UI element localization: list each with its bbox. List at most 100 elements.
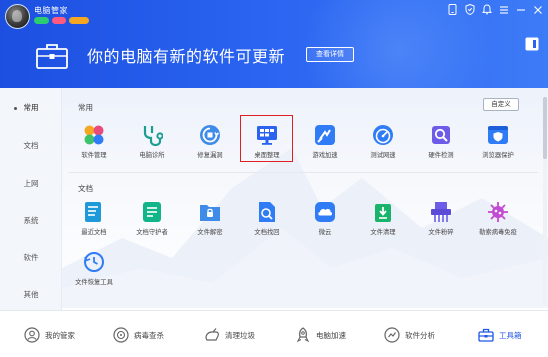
nav-item-docs[interactable]: 文档 <box>0 136 62 156</box>
bottom-tab-toolbox[interactable]: 工具箱 <box>478 327 522 343</box>
tool-label: 最近文档 <box>81 229 107 236</box>
app-title: 电脑管家 <box>34 6 68 15</box>
tool-file-clean[interactable]: 文件清理 <box>355 201 411 245</box>
tool-fix-vulnerability[interactable]: 修复漏洞 <box>182 124 238 168</box>
category-nav: 常用 文档 上网 系统 软件 其他 <box>0 88 62 310</box>
tool-label: 文档守护者 <box>136 229 168 236</box>
section-divider <box>68 172 538 173</box>
bottom-tab-label: 我的管家 <box>45 330 75 340</box>
tool-label: 测试网速 <box>370 152 396 159</box>
user-badges <box>34 17 89 24</box>
badge-member[interactable] <box>69 17 89 24</box>
briefcase-icon <box>36 43 68 69</box>
tool-software-manager[interactable]: 软件管理 <box>66 124 122 168</box>
customize-button[interactable]: 自定义 <box>483 98 519 111</box>
bottom-tab-virus-scan[interactable]: 病毒查杀 <box>113 327 164 343</box>
nav-item-common[interactable]: 常用 <box>0 98 62 118</box>
tool-doc-guardian[interactable]: 文档守护者 <box>124 201 180 245</box>
bottom-tab-my-manager[interactable]: 我的管家 <box>24 327 75 343</box>
bottom-tab-label: 清理垃圾 <box>225 330 255 340</box>
tool-label: 游戏加速 <box>312 152 338 159</box>
fix-vulnerability-icon <box>199 124 221 146</box>
hardware-check-icon <box>430 124 452 146</box>
close-icon[interactable] <box>531 3 544 16</box>
software-analysis-icon <box>384 327 400 343</box>
tool-ransomware-immune[interactable]: 勒索病毒免疫 <box>470 201 526 245</box>
tool-recent-docs[interactable]: 最近文档 <box>66 201 122 245</box>
nav-label: 常用 <box>23 103 39 112</box>
tool-label: 修复漏洞 <box>197 152 223 159</box>
menu-icon[interactable] <box>497 3 510 16</box>
tool-speed-test[interactable]: 测试网速 <box>355 124 411 168</box>
my-manager-icon <box>24 327 40 343</box>
recent-docs-icon <box>83 201 105 223</box>
speed-test-icon <box>372 124 394 146</box>
toolbox-icon <box>478 328 494 342</box>
file-clean-icon <box>372 201 394 223</box>
active-dot-icon <box>14 107 17 110</box>
software-manager-icon <box>83 124 105 146</box>
bottom-tab-label: 工具箱 <box>499 330 522 340</box>
section-title-common: 常用 <box>78 103 93 112</box>
tool-pc-clinic[interactable]: 电脑诊所 <box>124 124 180 168</box>
bottom-tab-label: 病毒查杀 <box>134 330 164 340</box>
nav-label: 软件 <box>23 253 39 262</box>
shield-icon[interactable] <box>463 3 476 16</box>
bottom-tab-clean-junk[interactable]: 清理垃圾 <box>204 327 255 343</box>
view-details-button[interactable]: 查看详情 <box>306 47 354 62</box>
bottom-tab-label: 电脑加速 <box>316 330 346 340</box>
badge-vip[interactable] <box>52 17 66 24</box>
bottom-tab-label: 软件分析 <box>405 330 435 340</box>
tool-label: 文件清理 <box>370 229 396 236</box>
section-title-docs: 文档 <box>78 184 93 193</box>
tool-file-shred[interactable]: 文件粉碎 <box>413 201 469 245</box>
tool-label: 硬件检测 <box>428 152 454 159</box>
tool-label: 电脑诊所 <box>139 152 165 159</box>
tool-label: 文件解密 <box>197 229 223 236</box>
bottom-tab-pc-boost[interactable]: 电脑加速 <box>295 327 346 343</box>
tool-label: 文件粉碎 <box>428 229 454 236</box>
tool-label: 微云 <box>318 229 332 236</box>
tool-browser-protect[interactable]: 浏览器保护 <box>470 124 526 168</box>
badge-level[interactable] <box>34 17 49 24</box>
tool-weiyun[interactable]: 微云 <box>297 201 353 245</box>
weiyun-icon <box>314 201 336 223</box>
nav-item-other[interactable]: 其他 <box>0 285 62 305</box>
tool-doc-recover[interactable]: 文档找回 <box>239 201 295 245</box>
tool-label: 勒索病毒免疫 <box>479 229 517 236</box>
file-restore-icon <box>83 251 105 273</box>
bell-icon[interactable] <box>480 3 493 16</box>
window-controls <box>446 3 544 16</box>
doc-recover-icon <box>256 201 278 223</box>
pc-boost-icon <box>296 327 310 343</box>
nav-item-system[interactable]: 系统 <box>0 211 62 231</box>
scrollbar-thumb[interactable] <box>543 97 547 159</box>
minimize-icon[interactable] <box>514 3 527 16</box>
tool-label: 文档找回 <box>254 229 280 236</box>
nav-label: 上网 <box>23 179 39 188</box>
game-boost-icon <box>314 124 336 146</box>
header-banner: 电脑管家 你的电脑有新的软件可更新 查看详情 <box>0 0 548 88</box>
nav-label: 其他 <box>23 290 39 299</box>
tool-label: 软件管理 <box>81 152 107 159</box>
file-shred-icon <box>430 201 452 223</box>
tool-panel: 常用 自定义 软件管理 电脑诊所 修复漏洞 桌面整理 游戏加速 测试网速 硬件检… <box>62 88 548 310</box>
bottom-tab-software-analysis[interactable]: 软件分析 <box>384 327 435 343</box>
nav-item-internet[interactable]: 上网 <box>0 174 62 194</box>
tool-label: 文件恢复工具 <box>75 279 113 286</box>
tool-hardware-check[interactable]: 硬件检测 <box>413 124 469 168</box>
phone-icon[interactable] <box>446 3 459 16</box>
tool-label: 浏览器保护 <box>482 152 514 159</box>
tool-file-restore[interactable]: 文件恢复工具 <box>66 251 122 295</box>
nav-item-software[interactable]: 软件 <box>0 248 62 268</box>
avatar[interactable] <box>5 4 30 29</box>
tool-file-decrypt[interactable]: 文件解密 <box>182 201 238 245</box>
doc-guardian-icon <box>141 201 163 223</box>
bottom-nav: 我的管家 病毒查杀 清理垃圾 电脑加速 软件分析 工具箱 <box>0 310 548 357</box>
tool-game-boost[interactable]: 游戏加速 <box>297 124 353 168</box>
update-message: 你的电脑有新的软件可更新 <box>87 47 286 66</box>
ransomware-immune-icon <box>487 201 509 223</box>
selection-highlight <box>240 115 293 162</box>
pc-clinic-icon <box>141 124 164 147</box>
sidebar-toggle-icon[interactable] <box>525 36 539 51</box>
